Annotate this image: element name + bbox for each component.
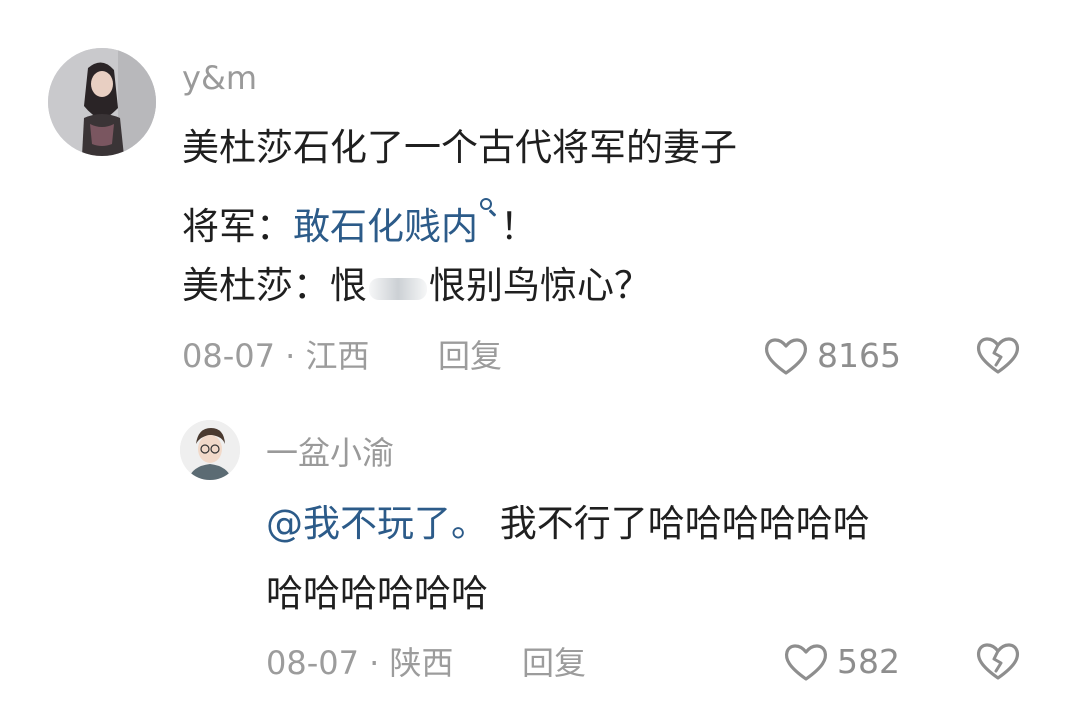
like-button[interactable]: 8165 <box>763 335 901 377</box>
reply-meta: 08-07 · 陕西 <box>266 644 454 682</box>
comment-meta: 08-07 · 江西 <box>182 337 370 375</box>
like-count: 582 <box>837 642 900 681</box>
blurred-text <box>369 278 427 300</box>
comment-text-line: 美杜莎：恨 恨别鸟惊心？ <box>182 264 651 308</box>
heart-outline-icon <box>784 644 828 681</box>
username[interactable]: y&m <box>182 58 257 98</box>
comment-text: 美杜莎：恨 <box>182 264 367 307</box>
reply-text-line: 哈哈哈哈哈哈 <box>266 572 488 615</box>
dislike-button[interactable] <box>975 640 1021 686</box>
avatar[interactable] <box>48 48 156 156</box>
search-link[interactable]: 敢石化贱内 <box>293 205 478 248</box>
username[interactable]: 一盆小渝 <box>266 433 394 473</box>
reply-button[interactable]: 回复 <box>438 336 502 376</box>
reply-button[interactable]: 回复 <box>522 643 586 683</box>
comment-text: ！ <box>500 205 537 248</box>
avatar[interactable] <box>180 420 240 480</box>
like-button[interactable]: 582 <box>783 641 900 683</box>
dislike-button[interactable] <box>975 334 1021 380</box>
like-count: 8165 <box>817 336 901 375</box>
comment-text: 将军： <box>182 205 293 248</box>
mention-link[interactable]: @我不玩了。 <box>266 502 488 545</box>
reply-text-line: @我不玩了。 我不行了哈哈哈哈哈哈 <box>266 502 870 546</box>
broken-heart-icon <box>976 337 1020 374</box>
comment-text-line: 将军：敢石化贱内 ！ <box>182 195 537 249</box>
heart-outline-icon <box>764 338 808 375</box>
comment-text: 恨别鸟惊心？ <box>429 264 651 307</box>
reply-text: 我不行了哈哈哈哈哈哈 <box>488 502 870 545</box>
comment-text-line: 美杜莎石化了一个古代将军的妻子 <box>182 126 737 169</box>
broken-heart-icon <box>976 643 1020 680</box>
search-icon[interactable] <box>478 195 500 221</box>
